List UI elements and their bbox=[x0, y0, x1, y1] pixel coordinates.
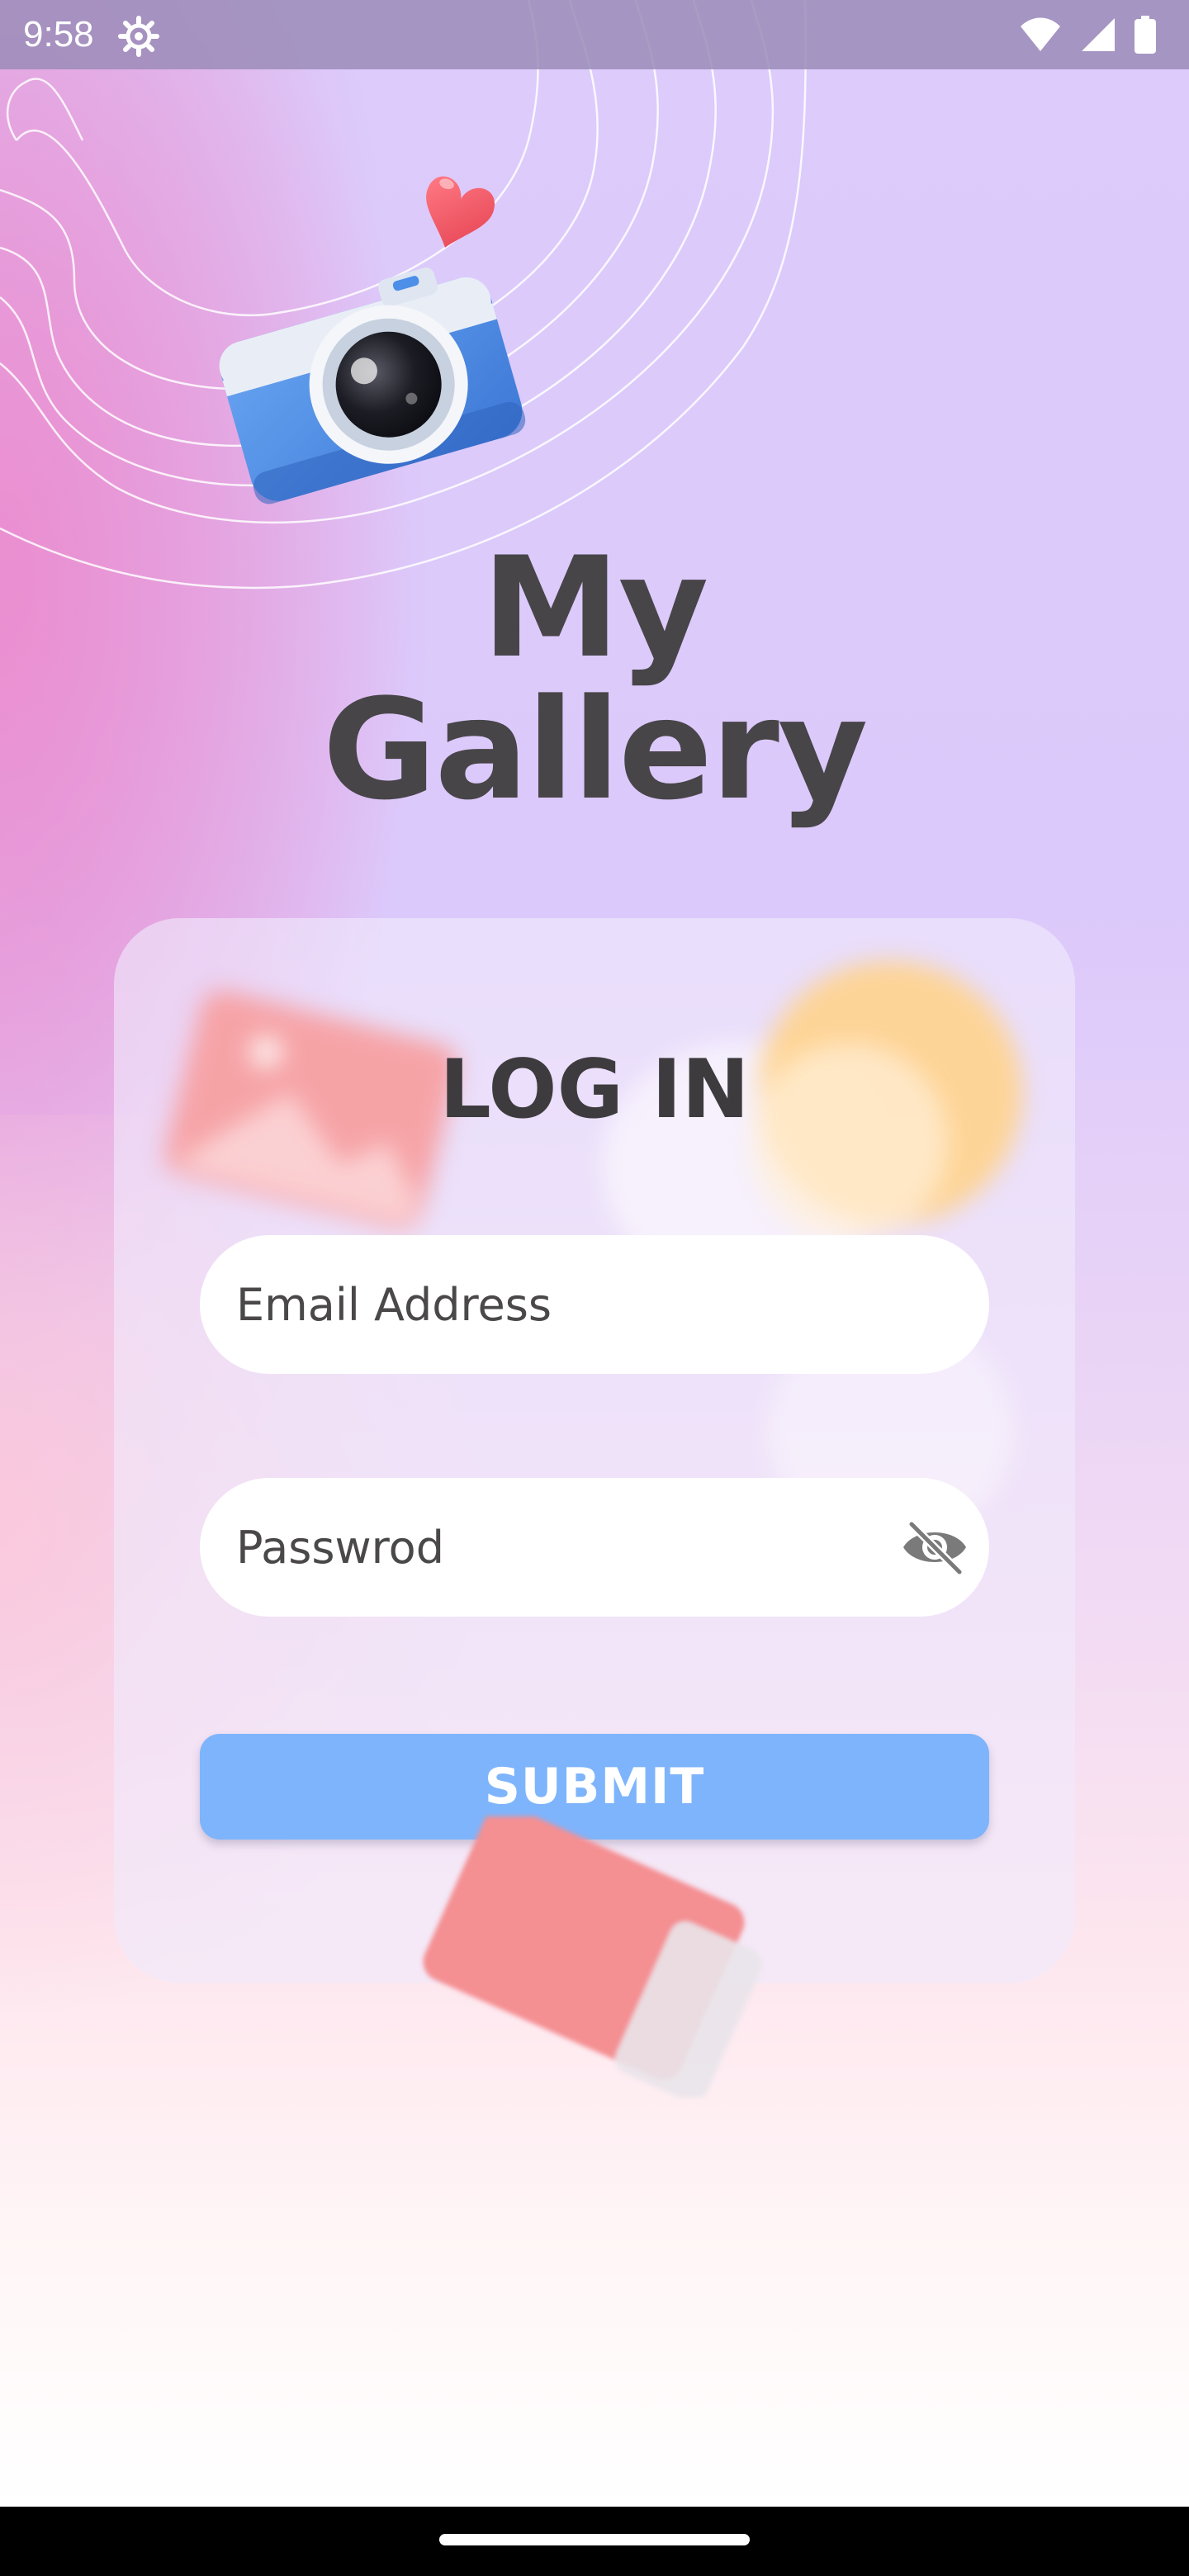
camera-heart-illustration bbox=[219, 176, 526, 504]
status-icons bbox=[1019, 15, 1156, 54]
status-bar: 9:58 bbox=[0, 0, 1189, 69]
settings-gear-icon bbox=[118, 16, 159, 57]
eye-off-icon[interactable] bbox=[898, 1514, 971, 1580]
battery-icon bbox=[1135, 16, 1156, 54]
home-indicator[interactable] bbox=[439, 2534, 750, 2545]
password-field[interactable]: Passwrod bbox=[200, 1478, 989, 1617]
login-heading: LOG IN bbox=[439, 1043, 750, 1137]
wifi-icon bbox=[1021, 17, 1060, 51]
email-placeholder: Email Address bbox=[236, 1278, 552, 1331]
email-field[interactable]: Email Address bbox=[200, 1235, 989, 1374]
app-title: My Gallery bbox=[0, 537, 1189, 821]
app-title-line1: My bbox=[481, 527, 709, 689]
heart-icon bbox=[426, 176, 495, 248]
app-title-line2: Gallery bbox=[322, 669, 869, 831]
password-placeholder: Passwrod bbox=[236, 1521, 444, 1574]
signal-icon bbox=[1082, 18, 1115, 51]
decorative-photo-icon-bottom bbox=[423, 1816, 762, 2097]
status-time: 9:58 bbox=[23, 14, 94, 54]
